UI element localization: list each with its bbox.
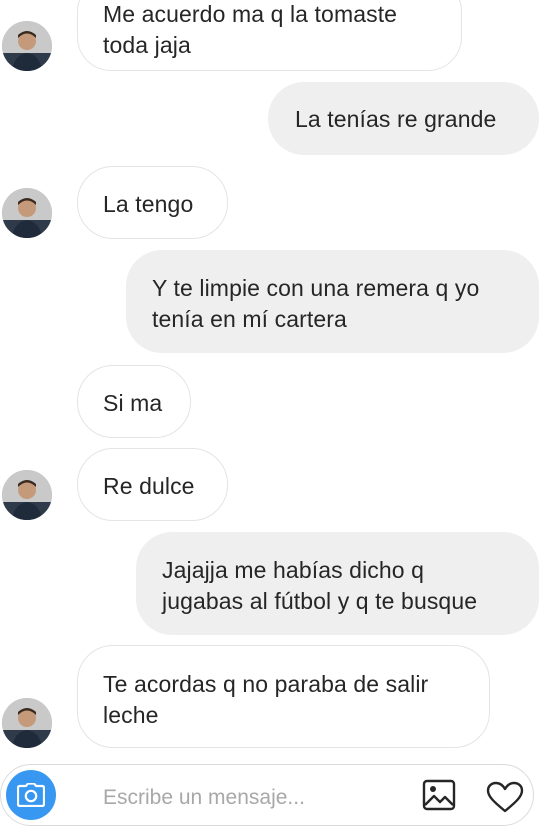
message-text: La tengo bbox=[103, 191, 194, 217]
message-text: Si ma bbox=[103, 390, 163, 416]
message-input[interactable]: Escribe un mensaje... bbox=[103, 786, 305, 810]
message-text: Jajajja me habías dicho q bbox=[162, 557, 425, 583]
message-bubble-incoming[interactable]: Te acordas q no paraba de salir leche bbox=[77, 645, 490, 748]
message-thread: Me acuerdo ma q la tomaste toda jaja La … bbox=[0, 0, 540, 760]
avatar[interactable] bbox=[2, 21, 52, 71]
message-text: Me acuerdo ma q la tomaste bbox=[103, 1, 398, 27]
message-text: Y te limpie con una remera q yo bbox=[152, 275, 480, 301]
profile-photo bbox=[2, 21, 52, 71]
image-icon bbox=[422, 779, 456, 811]
profile-photo bbox=[2, 188, 52, 238]
message-text: tenía en mí cartera bbox=[152, 306, 347, 332]
message-text: toda jaja bbox=[103, 32, 191, 58]
avatar[interactable] bbox=[2, 698, 52, 748]
message-bubble-incoming[interactable]: Re dulce bbox=[77, 448, 228, 521]
avatar[interactable] bbox=[2, 188, 52, 238]
message-bubble-incoming[interactable]: Me acuerdo ma q la tomaste toda jaja bbox=[77, 0, 462, 71]
message-bubble-incoming[interactable]: Si ma bbox=[77, 365, 191, 438]
gallery-button[interactable] bbox=[422, 779, 456, 816]
message-text: La tenías re grande bbox=[295, 106, 497, 132]
camera-button[interactable] bbox=[6, 770, 56, 820]
camera-icon bbox=[17, 783, 45, 807]
message-bubble-outgoing[interactable]: Y te limpie con una remera q yo tenía en… bbox=[126, 250, 539, 353]
like-button[interactable] bbox=[486, 781, 524, 818]
profile-photo bbox=[2, 698, 52, 748]
message-bubble-incoming[interactable]: La tengo bbox=[77, 166, 228, 239]
message-bubble-outgoing[interactable]: Jajajja me habías dicho q jugabas al fút… bbox=[136, 532, 539, 635]
message-text: Re dulce bbox=[103, 473, 195, 499]
message-text: leche bbox=[103, 702, 159, 728]
message-composer: Escribe un mensaje... bbox=[0, 760, 540, 827]
profile-photo bbox=[2, 470, 52, 520]
message-text: jugabas al fútbol y q te busque bbox=[162, 588, 478, 614]
message-bubble-outgoing[interactable]: La tenías re grande bbox=[268, 82, 539, 155]
avatar[interactable] bbox=[2, 470, 52, 520]
message-text: Te acordas q no paraba de salir bbox=[103, 671, 429, 697]
heart-icon bbox=[486, 781, 524, 813]
